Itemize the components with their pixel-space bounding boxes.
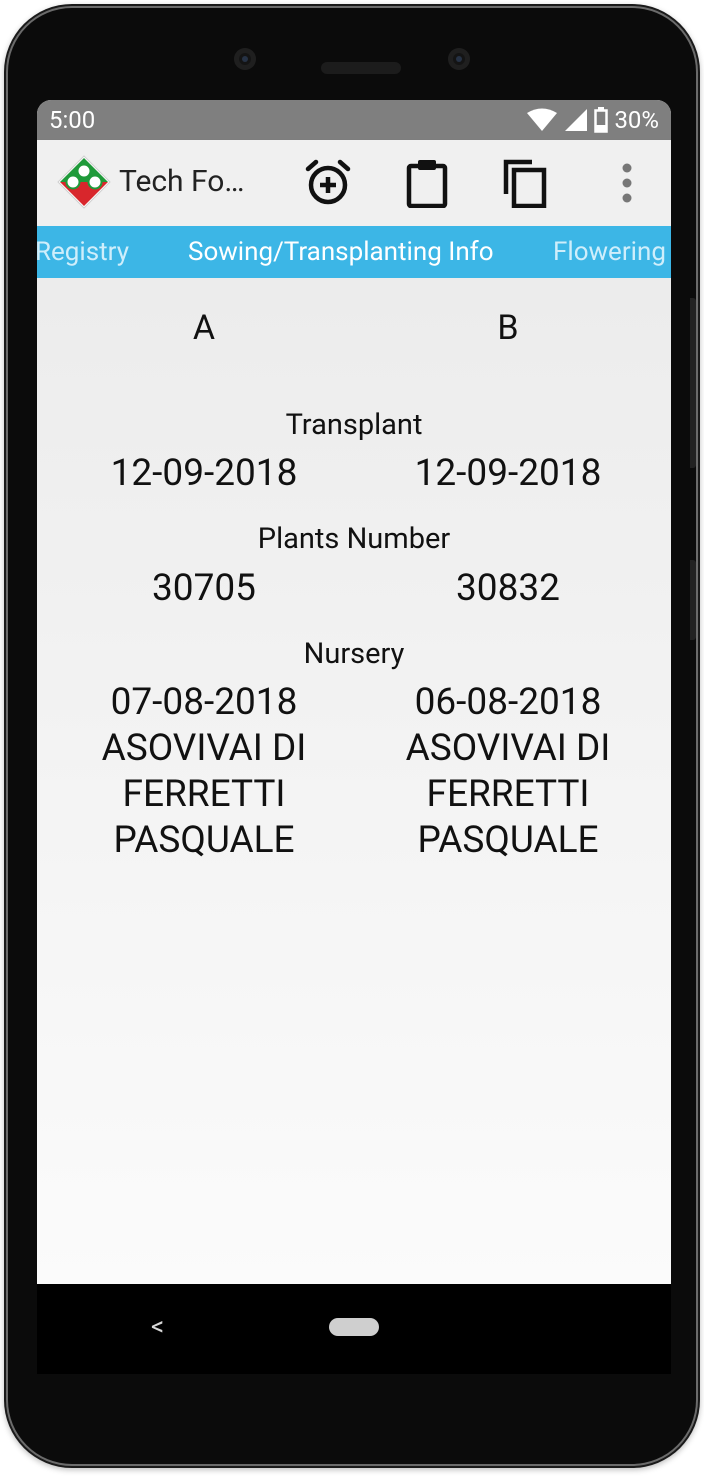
battery-percent: 30% [614, 106, 659, 134]
back-icon[interactable]: < [151, 1312, 164, 1342]
copy-icon[interactable] [500, 158, 550, 208]
nursery-b: 06-08-2018 ASOVIVAI DI FERRETTI PASQUALE [358, 680, 658, 864]
wifi-icon [527, 108, 558, 131]
plants-number-label: Plants Number [257, 522, 451, 556]
nursery-date-a: 07-08-2018 [110, 681, 298, 724]
navigation-bar: < [37, 1284, 671, 1374]
add-alarm-icon[interactable] [303, 158, 353, 208]
nursery-name-b-line3: PASQUALE [417, 819, 599, 862]
power-button [690, 560, 696, 640]
main-content: A B Transplant 12-09-2018 12-09-2018 Pla… [37, 278, 671, 1284]
nursery-name-a-line3: PASQUALE [113, 819, 295, 862]
front-camera [234, 48, 256, 70]
battery-icon [594, 107, 609, 133]
transplant-date-b: 12-09-2018 [414, 452, 602, 495]
signal-icon [565, 109, 588, 131]
plants-number-a: 30705 [152, 567, 256, 610]
home-button[interactable] [329, 1318, 379, 1336]
nursery-a: 07-08-2018 ASOVIVAI DI FERRETTI PASQUALE [54, 680, 354, 864]
status-bar: 5:00 30% [37, 100, 671, 140]
volume-button [690, 298, 696, 468]
earpiece-speaker [321, 62, 401, 74]
transplant-date-a: 12-09-2018 [110, 452, 298, 495]
status-time: 5:00 [49, 106, 96, 134]
screen: 5:00 30% Tech Fo… Registry Sowing/Transp… [37, 100, 671, 1284]
status-icons: 30% [526, 106, 659, 134]
tab-registry[interactable]: Registry [37, 237, 129, 267]
tab-sowing-transplanting-info[interactable]: Sowing/Transplanting Info [188, 237, 494, 267]
nursery-name-b-line1: ASOVIVAI DI [405, 727, 611, 770]
nursery-name-a-line2: FERRETTI [122, 773, 286, 816]
more-vert-icon[interactable] [603, 158, 651, 208]
column-header-b: B [497, 308, 519, 348]
plants-number-b: 30832 [456, 567, 560, 610]
proximity-sensor [448, 48, 470, 70]
app-logo-icon [57, 155, 111, 209]
nursery-name-b-line2: FERRETTI [426, 773, 590, 816]
nursery-name-a-line1: ASOVIVAI DI [101, 727, 307, 770]
app-bar: Tech Fo… [37, 140, 671, 226]
column-header-a: A [192, 308, 216, 348]
tab-bar: Registry Sowing/Transplanting Info Flowe… [37, 226, 671, 278]
transplant-label: Transplant [285, 408, 423, 442]
clipboard-icon[interactable] [402, 158, 452, 208]
nursery-date-b: 06-08-2018 [414, 681, 602, 724]
tab-flowering[interactable]: Flowering [553, 237, 666, 267]
nursery-label: Nursery [303, 637, 405, 671]
app-title: Tech Fo… [119, 164, 245, 199]
